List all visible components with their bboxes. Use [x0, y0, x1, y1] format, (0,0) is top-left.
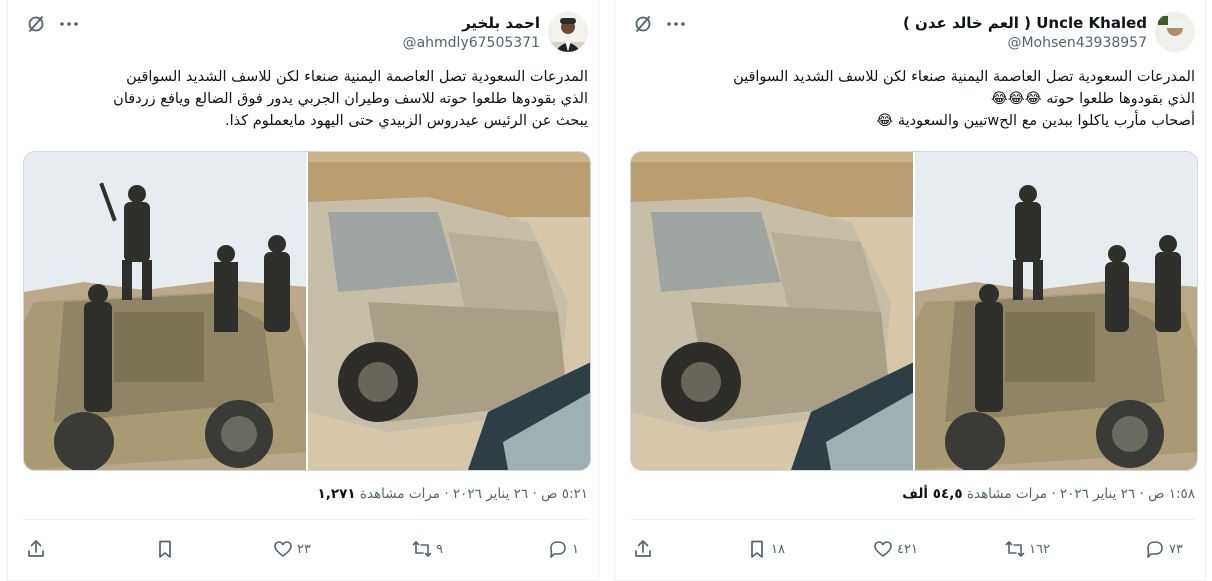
tweet-header: Uncle Khaled ( العم خالد عدن ) @Mohsen43…	[615, 10, 1205, 58]
tweet-actions: ٢٣ ٩ ١	[26, 537, 588, 561]
repost-arrows-icon	[412, 541, 432, 557]
share-upload-icon	[635, 540, 651, 557]
repost-count: ١٦٢	[1029, 541, 1050, 557]
tweet-header: احمد بلخير @ahmdly67505371	[8, 10, 598, 58]
bookmark-count: ١٨	[771, 541, 785, 557]
repost-button[interactable]: ١٦٢	[1005, 537, 1050, 561]
tweet-card-left[interactable]: احمد بلخير @ahmdly67505371 المدرعات السع…	[7, 0, 599, 581]
bookmark-button[interactable]	[155, 537, 179, 561]
grok-slash-icon[interactable]	[26, 14, 46, 34]
reply-button[interactable]: ١	[548, 537, 579, 561]
views-count: ١,٢٧١	[317, 486, 356, 502]
tweet-actions: ١٨ ٤٢١ ١٦٢ ٧٣	[633, 537, 1195, 561]
user-handle[interactable]: @Mohsen43938957	[903, 33, 1147, 53]
repost-arrows-icon	[1005, 541, 1025, 557]
divider	[23, 519, 588, 520]
tweet-date[interactable]: ٢٦ يناير ٢٠٢٦	[453, 486, 528, 502]
reply-bubble-icon	[1147, 541, 1163, 558]
tweet-date[interactable]: ٢٦ يناير ٢٠٢٦	[1060, 486, 1135, 502]
share-button[interactable]	[26, 537, 46, 561]
meta-separator: ·	[1051, 486, 1056, 502]
tweet-media[interactable]	[23, 151, 591, 471]
avatar[interactable]	[1155, 12, 1195, 52]
tweet-meta: ٥:٢١ ص · ٢٦ يناير ٢٠٢٦ · مرات مشاهدة ١,٢…	[318, 486, 588, 502]
avatar[interactable]	[548, 12, 588, 52]
tweet-meta: ١:٥٨ ص · ٢٦ يناير ٢٠٢٦ · مرات مشاهدة ٥٤,…	[902, 486, 1195, 502]
tweet-text: المدرعات السعودية تصل العاصمة اليمنية صن…	[733, 69, 1195, 129]
heart-icon	[874, 541, 892, 557]
like-count: ٢٣	[297, 541, 311, 557]
more-dots-icon[interactable]	[665, 14, 687, 34]
bookmark-icon	[159, 540, 171, 558]
media-image-armored-vehicles[interactable]	[631, 152, 913, 470]
divider	[630, 519, 1195, 520]
reply-bubble-icon	[550, 541, 566, 558]
tweet-time[interactable]: ١:٥٨ ص	[1148, 486, 1195, 502]
meta-separator: ·	[444, 486, 449, 502]
reply-count: ٧٣	[1169, 541, 1183, 557]
like-count: ٤٢١	[897, 541, 918, 557]
media-image-armored-vehicles[interactable]	[306, 152, 590, 470]
tweet-card-right[interactable]: Uncle Khaled ( العم خالد عدن ) @Mohsen43…	[614, 0, 1206, 581]
display-name[interactable]: احمد بلخير	[403, 13, 540, 33]
more-dots-icon[interactable]	[58, 14, 80, 34]
bookmark-icon	[751, 540, 763, 558]
reply-count: ١	[572, 541, 579, 557]
grok-slash-icon[interactable]	[633, 14, 653, 34]
meta-separator: ·	[532, 486, 537, 502]
heart-icon	[274, 541, 292, 557]
like-button[interactable]: ٢٣	[273, 537, 311, 561]
tweet-text: المدرعات السعودية تصل العاصمة اليمنية صن…	[113, 69, 588, 129]
views-label: مرات مشاهدة	[359, 486, 441, 502]
tweet-time[interactable]: ٥:٢١ ص	[541, 486, 588, 502]
reply-button[interactable]: ٧٣	[1145, 537, 1183, 561]
display-name[interactable]: Uncle Khaled ( العم خالد عدن )	[903, 13, 1147, 33]
like-button[interactable]: ٤٢١	[873, 537, 918, 561]
repost-count: ٩	[436, 541, 443, 557]
meta-separator: ·	[1139, 486, 1144, 502]
repost-button[interactable]: ٩	[412, 537, 443, 561]
media-image-soldiers-on-vehicle[interactable]	[24, 152, 306, 470]
share-button[interactable]	[633, 537, 653, 561]
user-handle[interactable]: @ahmdly67505371	[403, 33, 540, 53]
media-image-soldiers-on-vehicle[interactable]	[913, 152, 1197, 470]
share-upload-icon	[28, 540, 44, 557]
views-count: ٥٤,٥ ألف	[902, 486, 963, 502]
tweet-media[interactable]	[630, 151, 1198, 471]
bookmark-button[interactable]: ١٨	[747, 537, 785, 561]
views-label: مرات مشاهدة	[966, 486, 1048, 502]
